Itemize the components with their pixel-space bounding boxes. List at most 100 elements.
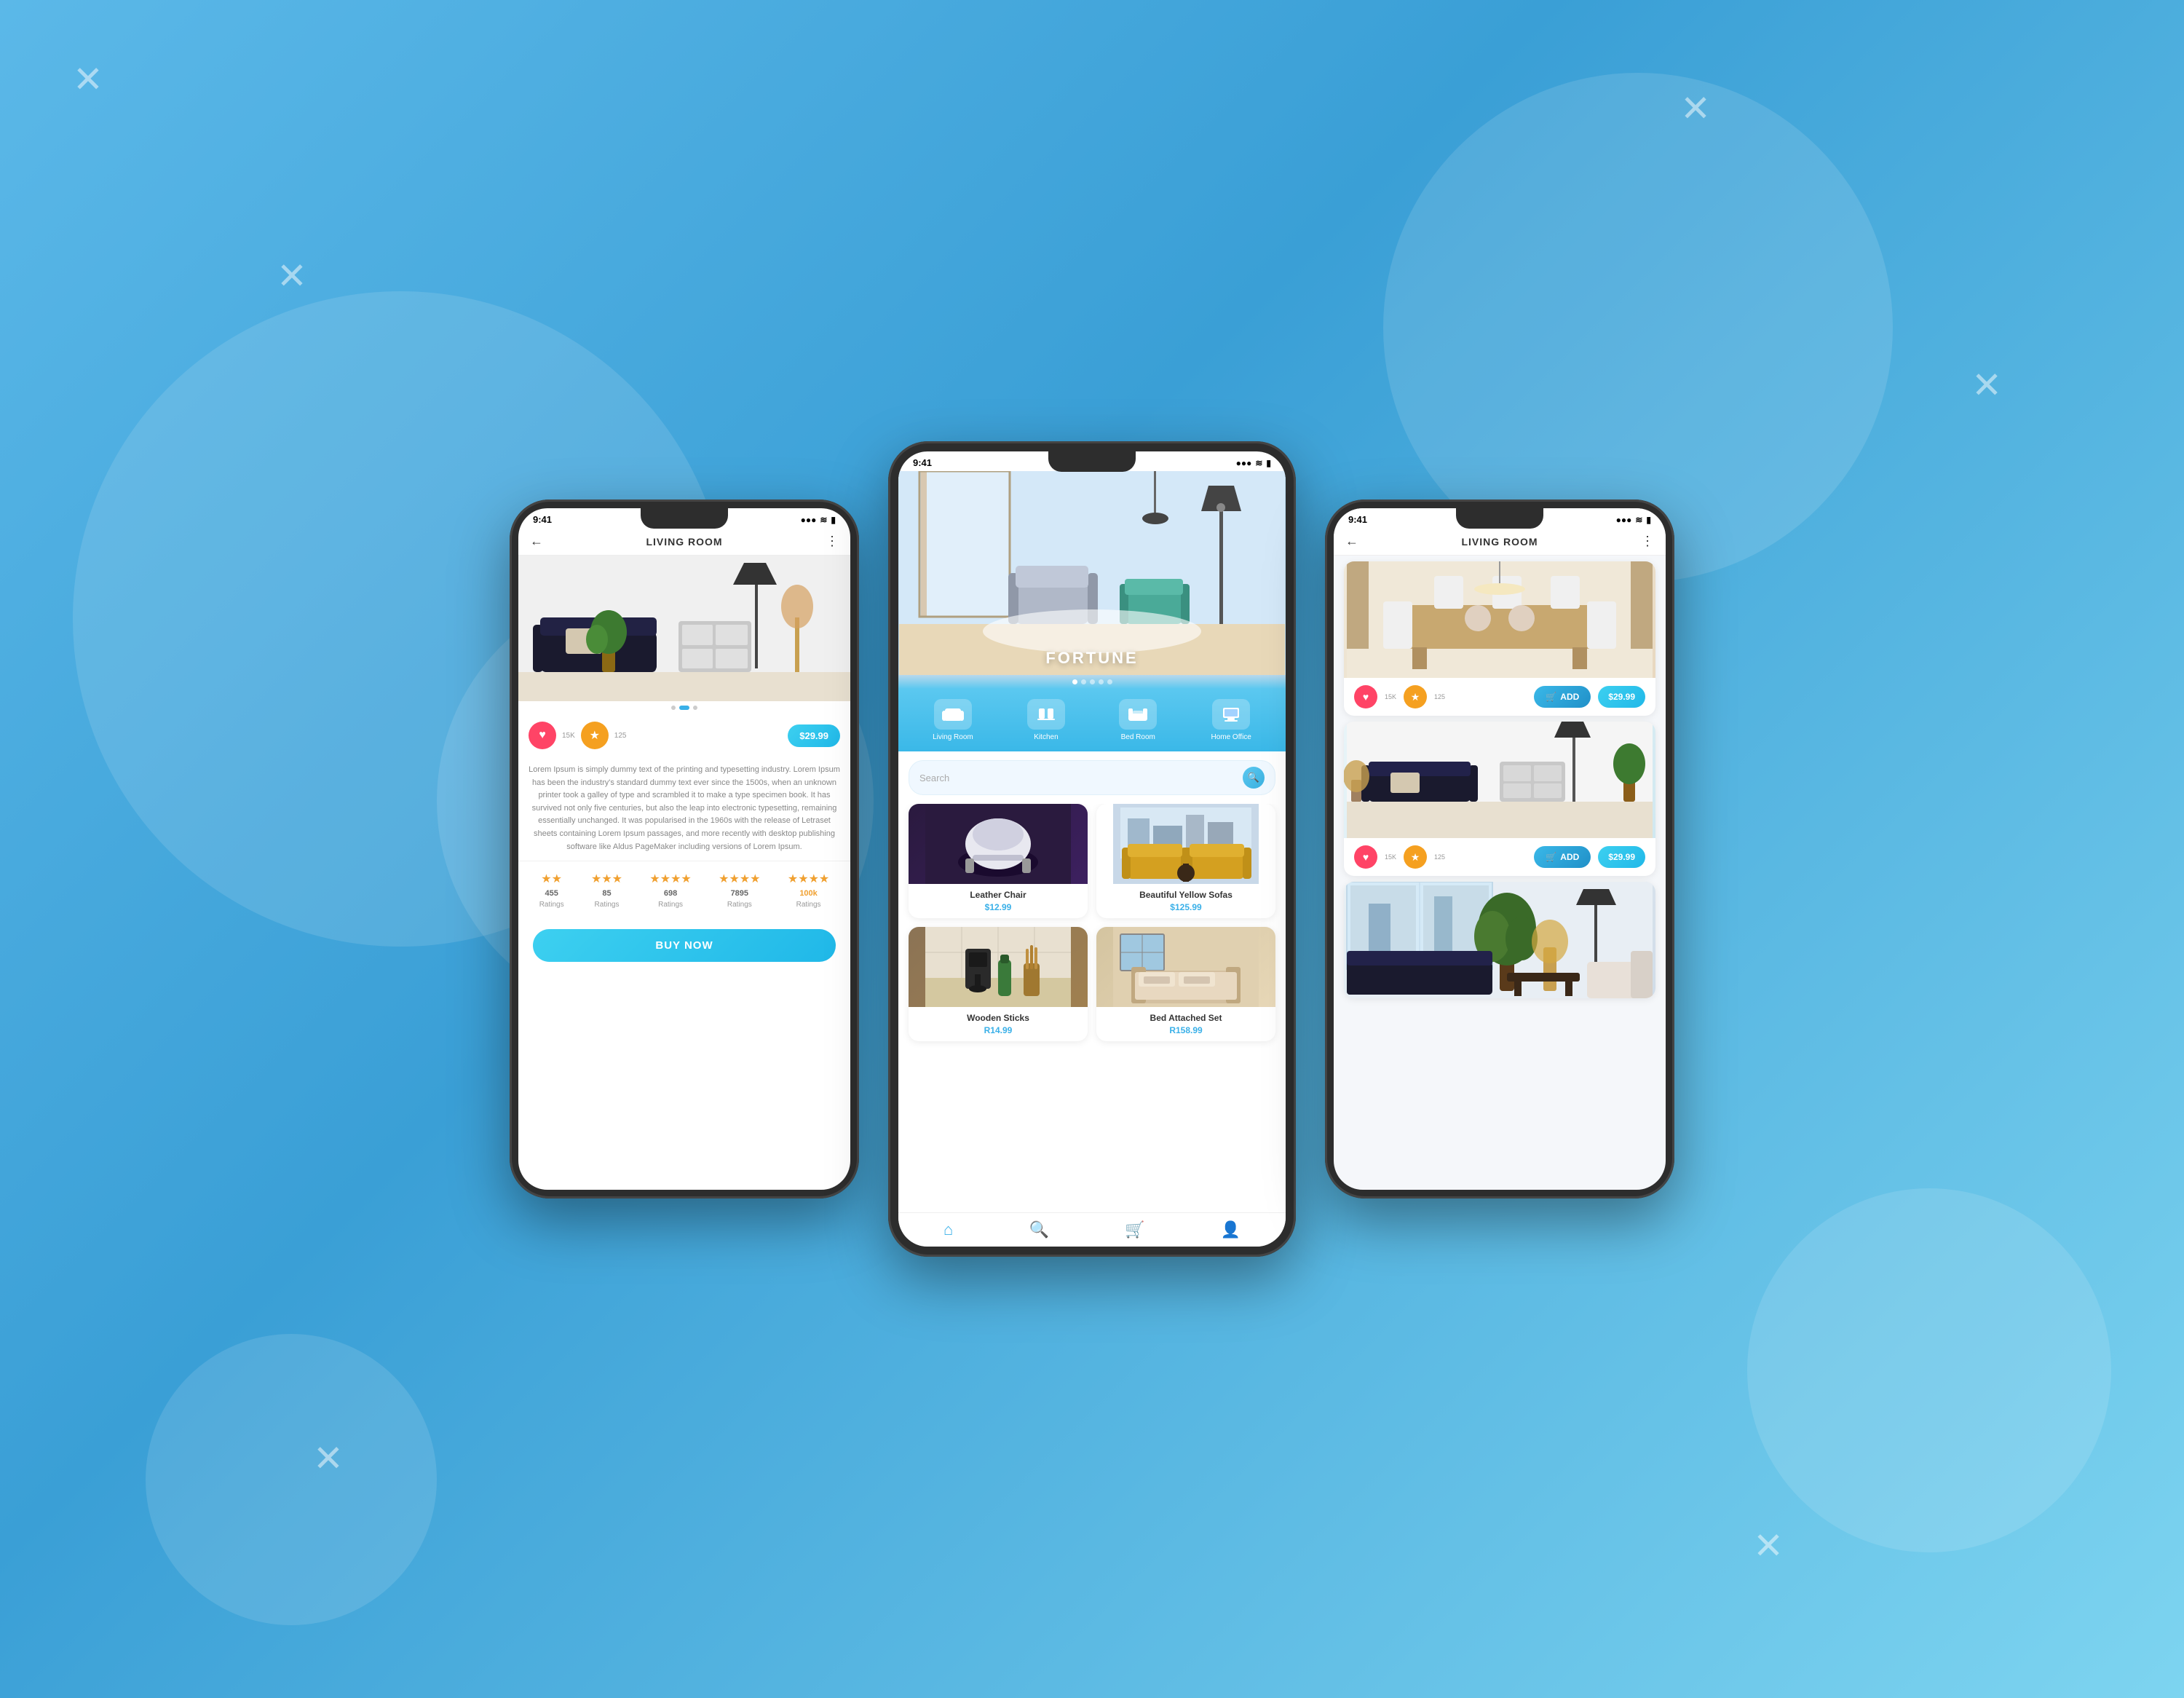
scene-svg — [898, 471, 1286, 675]
header-left: ← LIVING ROOM ⋮ — [518, 528, 850, 556]
cross-decoration: ✕ — [1971, 364, 2002, 406]
category-kitchen[interactable]: Kitchen — [1027, 699, 1065, 741]
like-button-left[interactable]: ♥ — [529, 722, 556, 749]
slide-dot-1 — [1072, 679, 1077, 684]
phone-center: 9:41 ●●● ≋ ▮ — [888, 441, 1296, 1257]
right-add-btn-1[interactable]: 🛒 ADD — [1534, 686, 1591, 708]
living-svg — [1344, 722, 1655, 838]
wooden-svg — [909, 927, 1088, 1007]
right-like-2[interactable]: ♥ — [1354, 845, 1377, 869]
right-price-2: $29.99 — [1598, 846, 1645, 868]
signal-right: ●●● — [1616, 515, 1632, 525]
bg-decoration-5 — [146, 1334, 437, 1625]
product-info-sofas: Beautiful Yellow Sofas $125.99 — [1096, 884, 1275, 918]
phone-right-screen: 9:41 ●●● ≋ ▮ ← LIVING ROOM ⋮ — [1334, 508, 1666, 1190]
rating-col-3: ★★★★ 698 Ratings — [649, 872, 691, 909]
rating-col-5: ★★★★ 100k Ratings — [788, 872, 829, 909]
nav-home[interactable]: ⌂ — [943, 1220, 953, 1239]
rating-label-4: Ratings — [727, 901, 752, 909]
cross-decoration: ✕ — [1680, 87, 1711, 130]
right-star-1[interactable]: ★ — [1404, 685, 1427, 708]
slide-dot-5 — [1107, 679, 1112, 684]
hero-title-center: FORTUNE — [1045, 649, 1138, 668]
buy-now-button[interactable]: BUY NOW — [533, 929, 836, 962]
category-icon-kitchen — [1027, 699, 1065, 730]
bed-svg — [1096, 927, 1275, 1007]
cross-decoration: ✕ — [73, 58, 103, 100]
modern-svg — [1344, 882, 1655, 998]
center-content: 9:41 ●●● ≋ ▮ — [898, 451, 1286, 1247]
right-add-btn-2[interactable]: 🛒 ADD — [1534, 846, 1591, 868]
product-img-bed — [1096, 927, 1275, 1007]
time-center: 9:41 — [913, 457, 932, 468]
wifi-center: ≋ — [1255, 458, 1262, 468]
battery-left: ▮ — [831, 515, 836, 525]
nav-profile[interactable]: 👤 — [1220, 1220, 1240, 1239]
back-button-left[interactable]: ← — [530, 534, 543, 549]
product-grid: Leather Chair $12.99 — [898, 804, 1286, 1051]
search-bar-center[interactable]: Search 🔍 — [909, 760, 1275, 795]
menu-button-left[interactable]: ⋮ — [826, 534, 839, 549]
right-star-count-2: 125 — [1434, 853, 1445, 861]
product-card-yellow-sofas[interactable]: Beautiful Yellow Sofas $125.99 — [1096, 804, 1275, 918]
menu-button-right[interactable]: ⋮ — [1641, 534, 1654, 549]
phone-right: 9:41 ●●● ≋ ▮ ← LIVING ROOM ⋮ — [1325, 499, 1674, 1199]
notch-center — [1048, 451, 1136, 472]
back-button-right[interactable]: ← — [1345, 534, 1358, 549]
rating-col-1: ★★ 455 Ratings — [539, 872, 564, 909]
add-label-2: ADD — [1560, 852, 1579, 862]
category-label-living: Living Room — [933, 733, 973, 741]
nav-search[interactable]: 🔍 — [1029, 1220, 1048, 1239]
search-placeholder[interactable]: Search — [919, 773, 1237, 783]
category-bed-room[interactable]: Bed Room — [1119, 699, 1157, 741]
kitchen-icon — [1035, 706, 1057, 722]
product-name-leather: Leather Chair — [916, 890, 1080, 900]
product-info-wooden: Wooden Sticks R14.99 — [909, 1007, 1088, 1041]
category-label-office: Home Office — [1211, 733, 1251, 741]
right-product-img-1 — [1344, 561, 1655, 678]
right-action-bar-1: ♥ 15K ★ 125 🛒 ADD $29.99 — [1344, 678, 1655, 716]
search-icon[interactable]: 🔍 — [1243, 767, 1265, 789]
right-star-count-1: 125 — [1434, 693, 1445, 700]
cross-decoration: ✕ — [1753, 1525, 1784, 1567]
stars-2: ★★★ — [591, 872, 622, 886]
rating-count-1: 455 — [545, 889, 558, 898]
notch-left — [641, 508, 728, 529]
bed-icon — [1127, 706, 1149, 722]
right-product-card-1[interactable]: ♥ 15K ★ 125 🛒 ADD $29.99 — [1344, 561, 1655, 716]
price-badge-left[interactable]: $29.99 — [788, 724, 840, 747]
action-bar-left: ♥ 15K ★ 125 $29.99 — [518, 714, 850, 757]
cart-icon-2: 🛒 — [1546, 852, 1556, 862]
product-img-leather — [909, 804, 1088, 884]
slide-dots-center — [898, 675, 1286, 689]
nav-cart[interactable]: 🛒 — [1125, 1220, 1144, 1239]
category-home-office[interactable]: Home Office — [1211, 699, 1251, 741]
dining-svg — [1344, 561, 1655, 678]
category-living-room[interactable]: Living Room — [933, 699, 973, 741]
bg-decoration-4 — [1747, 1188, 2111, 1552]
description-text: Lorem Ipsum is simply dummy text of the … — [518, 757, 850, 861]
star-button-left[interactable]: ★ — [581, 722, 609, 749]
dot-active — [679, 706, 689, 710]
right-product-img-2 — [1344, 722, 1655, 838]
phone-center-screen: 9:41 ●●● ≋ ▮ — [898, 451, 1286, 1247]
hero-svg-left — [518, 556, 850, 701]
ratings-section: ★★ 455 Ratings ★★★ 85 Ratings ★★★★ 698 — [518, 861, 850, 919]
right-product-card-2[interactable]: ♥ 15K ★ 125 🛒 ADD $29.99 — [1344, 722, 1655, 876]
rating-label-2: Ratings — [595, 901, 620, 909]
rating-label-1: Ratings — [539, 901, 564, 909]
right-like-1[interactable]: ♥ — [1354, 685, 1377, 708]
right-action-bar-2: ♥ 15K ★ 125 🛒 ADD $29.99 — [1344, 838, 1655, 876]
hero-image-left — [518, 556, 850, 701]
product-card-wooden[interactable]: Wooden Sticks R14.99 — [909, 927, 1088, 1041]
rating-count-4: 7895 — [731, 889, 748, 898]
product-scroll: Leather Chair $12.99 — [898, 804, 1286, 1247]
right-price-1: $29.99 — [1598, 686, 1645, 708]
product-card-bed[interactable]: Bed Attached Set R158.99 — [1096, 927, 1275, 1041]
right-star-2[interactable]: ★ — [1404, 845, 1427, 869]
product-card-leather-chair[interactable]: Leather Chair $12.99 — [909, 804, 1088, 918]
category-icon-office — [1212, 699, 1250, 730]
right-product-card-3[interactable] — [1344, 882, 1655, 998]
stars-1: ★★ — [541, 872, 562, 886]
right-like-count-2: 15K — [1385, 853, 1396, 861]
